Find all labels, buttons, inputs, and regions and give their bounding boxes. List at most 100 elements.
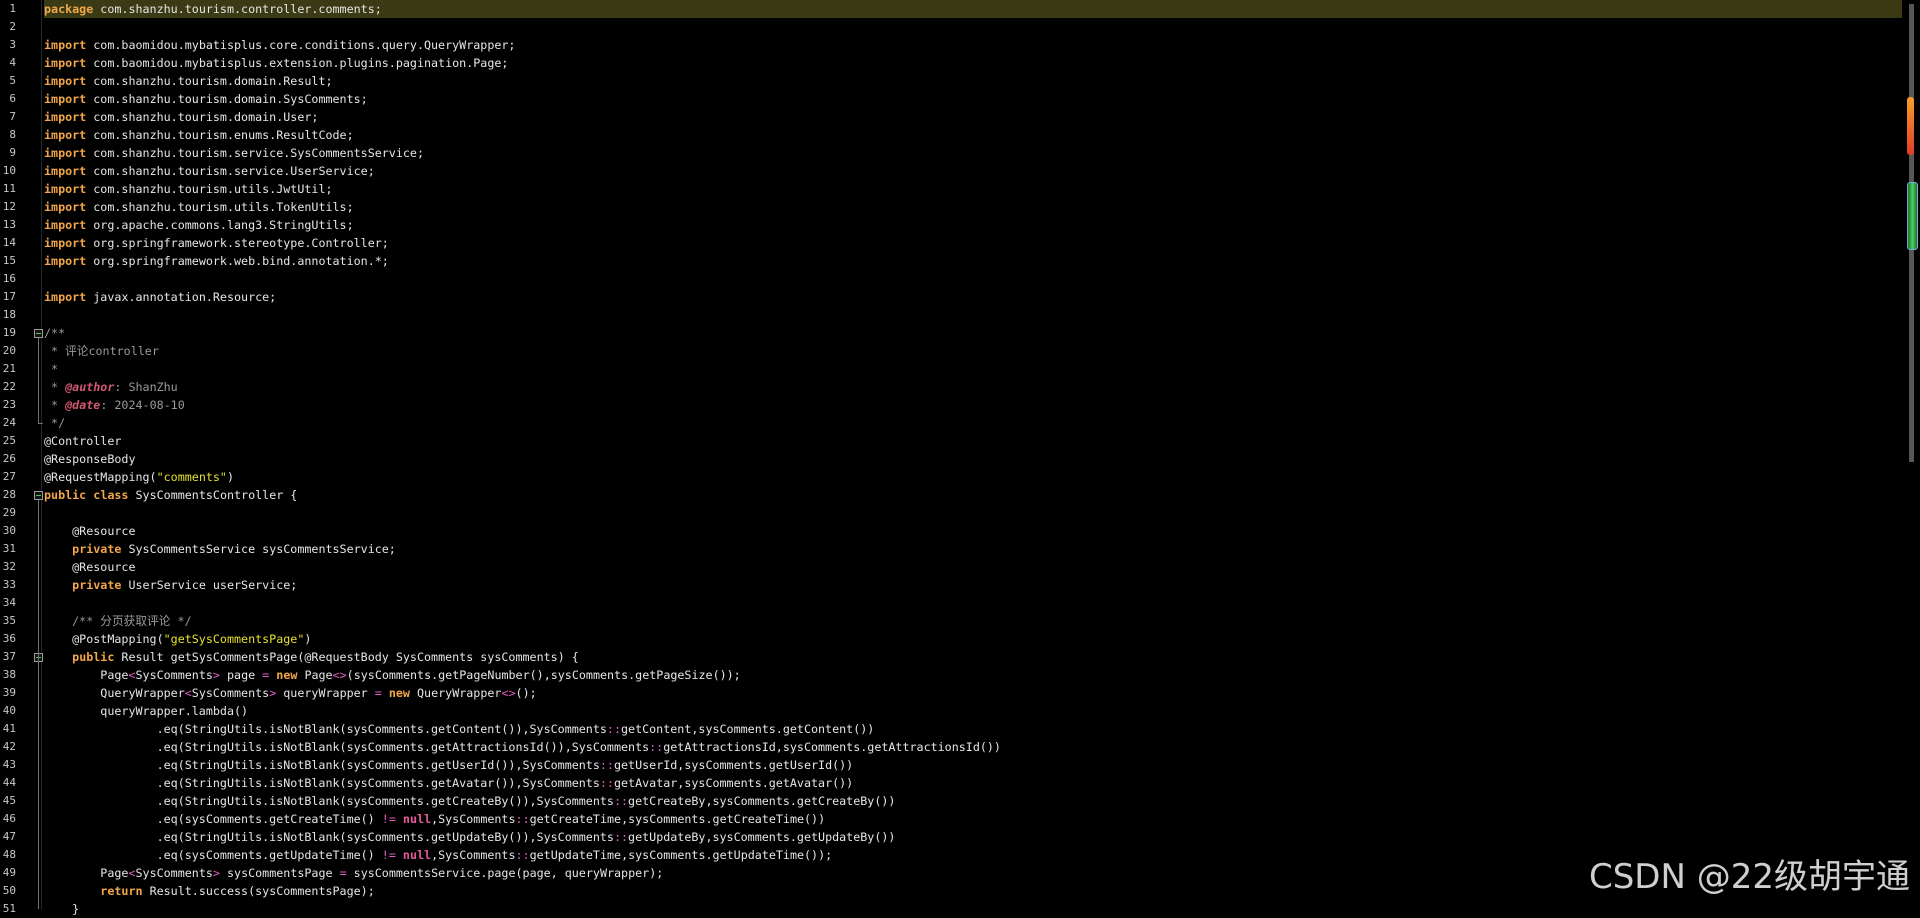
- fold-guide: [38, 338, 39, 423]
- line-number: 40: [2, 704, 16, 717]
- line-number: 51: [2, 902, 16, 915]
- line-number: 48: [2, 848, 16, 861]
- code-line[interactable]: import com.shanzhu.tourism.domain.SysCom…: [44, 90, 1902, 108]
- code-line[interactable]: @PostMapping("getSysCommentsPage"): [44, 630, 1902, 648]
- line-number: 9: [9, 146, 16, 159]
- code-line[interactable]: @ResponseBody: [44, 450, 1902, 468]
- line-number: 18: [2, 308, 16, 321]
- code-line[interactable]: import com.shanzhu.tourism.domain.User;: [44, 108, 1902, 126]
- line-number: 20: [2, 344, 16, 357]
- code-editor[interactable]: 1 2 3 4 5 6 7 8 9 10 11 12 13 14 15 16 17 18 19 20 21 22 23 24 2…: [0, 0, 1920, 916]
- line-number: 43: [2, 758, 16, 771]
- line-number: 27: [2, 470, 16, 483]
- code-line[interactable]: import com.shanzhu.tourism.utils.JwtUtil…: [44, 180, 1902, 198]
- code-line[interactable]: [44, 306, 1902, 324]
- code-line[interactable]: @RequestMapping("comments"): [44, 468, 1902, 486]
- scrollbar-marker: [1907, 97, 1914, 155]
- code-line[interactable]: * 评论controller: [44, 342, 1902, 360]
- line-number: 33: [2, 578, 16, 591]
- code-line[interactable]: */: [44, 414, 1902, 432]
- code-line[interactable]: import com.shanzhu.tourism.utils.TokenUt…: [44, 198, 1902, 216]
- line-number: 41: [2, 722, 16, 735]
- code-line[interactable]: import com.baomidou.mybatisplus.extensio…: [44, 54, 1902, 72]
- line-number: 3: [9, 38, 16, 51]
- line-number: 32: [2, 560, 16, 573]
- line-number: 46: [2, 812, 16, 825]
- code-line[interactable]: import com.shanzhu.tourism.service.UserS…: [44, 162, 1902, 180]
- code-line[interactable]: package com.shanzhu.tourism.controller.c…: [44, 0, 1902, 18]
- code-line[interactable]: [44, 18, 1902, 36]
- line-number: 23: [2, 398, 16, 411]
- line-number: 7: [9, 110, 16, 123]
- code-line[interactable]: private UserService userService;: [44, 576, 1902, 594]
- code-line[interactable]: .eq(StringUtils.isNotBlank(sysComments.g…: [44, 738, 1902, 756]
- code-line[interactable]: import org.apache.commons.lang3.StringUt…: [44, 216, 1902, 234]
- code-line[interactable]: public Result getSysCommentsPage(@Reques…: [44, 648, 1902, 666]
- line-number: 49: [2, 866, 16, 879]
- line-number: 12: [2, 200, 16, 213]
- code-line[interactable]: .eq(StringUtils.isNotBlank(sysComments.g…: [44, 792, 1902, 810]
- code-line[interactable]: .eq(StringUtils.isNotBlank(sysComments.g…: [44, 828, 1902, 846]
- code-line[interactable]: .eq(StringUtils.isNotBlank(sysComments.g…: [44, 720, 1902, 738]
- line-number: 25: [2, 434, 16, 447]
- code-line[interactable]: * @date: 2024-08-10: [44, 396, 1902, 414]
- code-line[interactable]: @Resource: [44, 522, 1902, 540]
- fold-collapse-icon[interactable]: [34, 491, 43, 500]
- code-line[interactable]: QueryWrapper<SysComments> queryWrapper =…: [44, 684, 1902, 702]
- line-number: 2: [9, 20, 16, 33]
- line-number: 21: [2, 362, 16, 375]
- line-number: 1: [9, 2, 16, 15]
- line-number: 16: [2, 272, 16, 285]
- vertical-scrollbar[interactable]: [1902, 0, 1920, 465]
- code-line[interactable]: private SysCommentsService sysCommentsSe…: [44, 540, 1902, 558]
- code-line[interactable]: [44, 270, 1902, 288]
- code-line[interactable]: .eq(StringUtils.isNotBlank(sysComments.g…: [44, 756, 1902, 774]
- code-line[interactable]: .eq(StringUtils.isNotBlank(sysComments.g…: [44, 774, 1902, 792]
- code-area[interactable]: package com.shanzhu.tourism.controller.c…: [44, 0, 1902, 916]
- code-line[interactable]: queryWrapper.lambda(): [44, 702, 1902, 720]
- code-line[interactable]: * @author: ShanZhu: [44, 378, 1902, 396]
- scrollbar-thumb[interactable]: [1907, 182, 1918, 250]
- code-line[interactable]: import org.springframework.web.bind.anno…: [44, 252, 1902, 270]
- line-number: 24: [2, 416, 16, 429]
- code-line[interactable]: @Resource: [44, 558, 1902, 576]
- line-number: 34: [2, 596, 16, 609]
- line-number: 11: [2, 182, 16, 195]
- code-line[interactable]: .eq(sysComments.getCreateTime() != null,…: [44, 810, 1902, 828]
- line-number: 50: [2, 884, 16, 897]
- watermark: CSDN @22级胡宇通: [1588, 857, 1910, 897]
- fold-collapse-icon[interactable]: [34, 329, 43, 338]
- code-line[interactable]: }: [44, 900, 1902, 918]
- line-number: 15: [2, 254, 16, 267]
- fold-guide-end: [38, 423, 43, 424]
- code-line[interactable]: import com.baomidou.mybatisplus.core.con…: [44, 36, 1902, 54]
- line-number: 42: [2, 740, 16, 753]
- code-line[interactable]: [44, 504, 1902, 522]
- line-number: 14: [2, 236, 16, 249]
- code-line[interactable]: /** 分页获取评论 */: [44, 612, 1902, 630]
- line-number: 44: [2, 776, 16, 789]
- code-line[interactable]: import javax.annotation.Resource;: [44, 288, 1902, 306]
- line-number: 37: [2, 650, 16, 663]
- line-number: 29: [2, 506, 16, 519]
- code-line[interactable]: import com.shanzhu.tourism.service.SysCo…: [44, 144, 1902, 162]
- line-number: 10: [2, 164, 16, 177]
- line-number: 38: [2, 668, 16, 681]
- code-line[interactable]: import com.shanzhu.tourism.domain.Result…: [44, 72, 1902, 90]
- code-line[interactable]: public class SysCommentsController {: [44, 486, 1902, 504]
- line-number: 39: [2, 686, 16, 699]
- code-line[interactable]: /**: [44, 324, 1902, 342]
- code-line[interactable]: Page<SysComments> page = new Page<>(sysC…: [44, 666, 1902, 684]
- line-number: 8: [9, 128, 16, 141]
- line-number: 36: [2, 632, 16, 645]
- line-number: 13: [2, 218, 16, 231]
- line-number: 47: [2, 830, 16, 843]
- line-number: 28: [2, 488, 16, 501]
- code-line[interactable]: import com.shanzhu.tourism.enums.ResultC…: [44, 126, 1902, 144]
- code-line[interactable]: @Controller: [44, 432, 1902, 450]
- line-number: 17: [2, 290, 16, 303]
- code-line[interactable]: import org.springframework.stereotype.Co…: [44, 234, 1902, 252]
- line-number: 4: [9, 56, 16, 69]
- code-line[interactable]: [44, 594, 1902, 612]
- code-line[interactable]: *: [44, 360, 1902, 378]
